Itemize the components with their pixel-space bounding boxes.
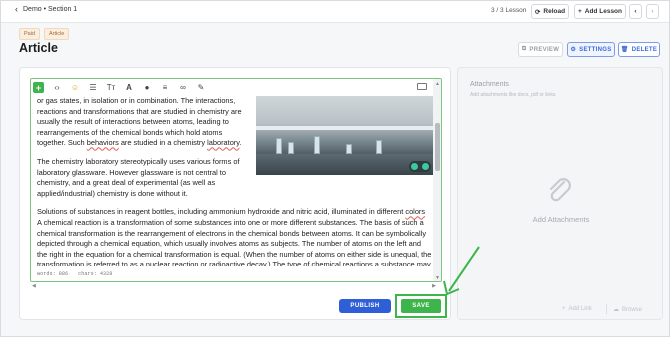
back-link[interactable]: ‹ Demo • Section 1	[15, 5, 77, 14]
tag-paid: Paid	[19, 28, 41, 40]
save-highlight-box: SAVE	[395, 294, 447, 318]
next-lesson-button[interactable]: ›	[646, 4, 659, 19]
code-icon[interactable]: ‹›	[52, 83, 62, 93]
grammarly-icon	[422, 163, 429, 170]
word-count: words: 886	[37, 271, 69, 277]
add-link-button[interactable]: + Add Link	[562, 306, 592, 312]
chevron-left-icon: ‹	[15, 4, 18, 14]
app-window: ‹ Demo • Section 1 3 / 3 Lesson ⟳ Reload…	[0, 0, 670, 337]
gear-icon: ⚙	[570, 47, 577, 53]
tag-article: Article	[44, 28, 70, 40]
browse-button[interactable]: ☁ Browse	[613, 306, 643, 314]
plus-icon: +	[562, 306, 566, 312]
settings-button[interactable]: ⚙ SETTINGS	[567, 42, 615, 57]
scroll-thumb[interactable]	[435, 123, 440, 171]
attachments-panel: Attachments Add attachments like docx, p…	[457, 67, 663, 320]
paragraph: Solutions of substances in reagent bottl…	[37, 207, 433, 218]
text-run: are studied in a chemistry	[118, 138, 208, 148]
scroll-left-icon[interactable]: ◀	[32, 283, 36, 289]
emoji-icon[interactable]: ☺	[70, 83, 80, 93]
chevron-right-icon: ›	[651, 8, 654, 15]
lab-bench	[256, 154, 433, 175]
attachments-title: Attachments	[470, 81, 509, 88]
word-count-bar: words: 886 chars: 4328	[37, 271, 112, 277]
publish-button[interactable]: PUBLISH	[339, 299, 391, 313]
attachments-subtitle: Add attachments like docx, pdf or links	[470, 92, 556, 98]
delete-label: DELETE	[631, 46, 658, 53]
save-button[interactable]: SAVE	[401, 299, 441, 313]
lab-bottle	[376, 140, 382, 154]
lab-image[interactable]	[256, 96, 433, 175]
vertical-scrollbar[interactable]: ▲ ▼	[433, 79, 441, 281]
reload-button[interactable]: ⟳ Reload	[531, 4, 569, 19]
text-format-icon[interactable]: Tт	[106, 83, 116, 93]
drop-icon[interactable]: ●	[142, 83, 152, 93]
previous-lesson-button[interactable]: ‹	[629, 4, 642, 19]
keyboard-icon[interactable]	[417, 83, 427, 90]
add-link-label: Add Link	[568, 306, 592, 312]
settings-label: SETTINGS	[579, 46, 612, 53]
paragraph: A chemical reaction is a transformation …	[37, 217, 432, 266]
preview-button[interactable]: ⧉ PREVIEW	[518, 42, 563, 57]
scroll-down-icon[interactable]: ▼	[435, 275, 440, 281]
paragraph: The chemistry laboratory stereotypically…	[37, 156, 240, 198]
scroll-up-icon[interactable]: ▲	[435, 81, 440, 87]
plus-icon: +	[578, 8, 582, 15]
add-attachments-label[interactable]: Add Attachments	[458, 215, 664, 224]
misspelled-word: behaviors	[86, 138, 119, 148]
link-icon[interactable]: ∞	[178, 83, 188, 93]
plus-icon[interactable]: +	[33, 82, 44, 93]
lab-bottle	[288, 142, 294, 154]
text-run: .	[239, 138, 242, 148]
top-bar: ‹ Demo • Section 1 3 / 3 Lesson ⟳ Reload…	[1, 1, 669, 23]
align-icon[interactable]: ≡	[160, 83, 170, 93]
horizontal-scrollbar[interactable]: ◀ ▶	[30, 283, 442, 290]
lab-shelf	[256, 126, 433, 130]
trash-icon: 🗑	[620, 47, 629, 53]
paperclip-icon[interactable]	[544, 176, 574, 206]
paragraph: or gas states, in isolation or in combin…	[37, 96, 243, 149]
editor-card: + ‹› ☺ ☰ Tт A ● ≡ ∞ ✎ or gas states, in …	[19, 67, 451, 320]
add-lesson-button[interactable]: + Add Lesson	[574, 4, 626, 19]
text-run: Solutions of substances in reagent bottl…	[37, 207, 406, 217]
divider	[606, 304, 607, 314]
browse-label: Browse	[622, 306, 643, 313]
scroll-right-icon[interactable]: ▶	[432, 283, 436, 289]
page-title: Article	[19, 41, 58, 55]
lesson-tags: Paid Article	[19, 28, 70, 40]
external-link-icon: ⧉	[521, 46, 527, 52]
delete-button[interactable]: 🗑 DELETE	[618, 42, 660, 57]
list-icon[interactable]: ☰	[88, 83, 98, 93]
preview-label: PREVIEW	[529, 46, 560, 53]
lab-bottle	[314, 136, 320, 154]
breadcrumb: Demo • Section 1	[23, 6, 78, 13]
misspelled-word: colors	[405, 207, 426, 217]
grammar-icon	[411, 163, 418, 170]
reload-label: Reload	[543, 8, 566, 15]
grammar-badge[interactable]	[409, 161, 431, 172]
editor-toolbar: + ‹› ☺ ☰ Tт A ● ≡ ∞ ✎	[31, 79, 431, 96]
brush-icon[interactable]: ✎	[196, 83, 206, 93]
add-lesson-label: Add Lesson	[584, 8, 622, 15]
reload-icon: ⟳	[534, 8, 541, 16]
editor-content[interactable]: or gas states, in isolation or in combin…	[37, 96, 433, 266]
rich-text-editor[interactable]: + ‹› ☺ ☰ Tт A ● ≡ ∞ ✎ or gas states, in …	[30, 78, 442, 282]
font-color-icon[interactable]: A	[124, 83, 134, 93]
cloud-icon: ☁	[613, 307, 619, 313]
lab-bottle	[276, 138, 282, 154]
chevron-left-icon: ‹	[634, 8, 637, 15]
misspelled-word: laboratory	[207, 138, 240, 148]
lesson-counter: 3 / 3 Lesson	[491, 7, 527, 14]
char-count: chars: 4328	[78, 271, 113, 277]
lab-bottle	[346, 144, 352, 154]
